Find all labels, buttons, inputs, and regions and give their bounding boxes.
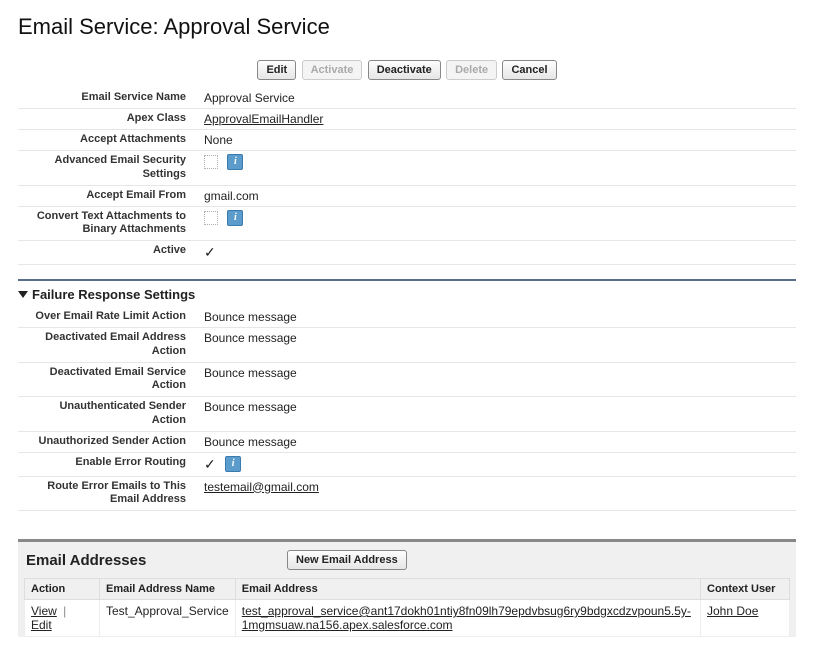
label-advanced-email-security: Advanced Email Security Settings [18, 151, 198, 186]
row-email-address-link[interactable]: test_approval_service@ant17dokh01ntiy8fn… [242, 604, 691, 632]
title-name: Approval Service [164, 14, 330, 39]
checkbox-advanced-email-security [204, 155, 218, 169]
label-accept-attachments: Accept Attachments [18, 130, 198, 151]
row-view-link[interactable]: View [31, 604, 57, 618]
label-deactivated-email-service: Deactivated Email Service Action [18, 362, 198, 397]
th-action: Action [25, 579, 100, 600]
th-email-address: Email Address [235, 579, 700, 600]
edit-button[interactable]: Edit [257, 60, 296, 80]
value-unauthenticated-sender: Bounce message [198, 397, 796, 432]
email-address-table: Action Email Address Name Email Address … [24, 578, 790, 637]
value-unauthorized-sender: Bounce message [198, 431, 796, 452]
value-over-email-rate-limit: Bounce message [198, 307, 796, 328]
label-deactivated-email-address: Deactivated Email Address Action [18, 328, 198, 363]
label-apex-class: Apex Class [18, 109, 198, 130]
value-deactivated-email-address: Bounce message [198, 328, 796, 363]
failure-detail-table: Over Email Rate Limit Action Bounce mess… [18, 307, 796, 511]
label-over-email-rate-limit: Over Email Rate Limit Action [18, 307, 198, 328]
checkmark-icon: ✓ [204, 456, 216, 473]
info-icon[interactable]: i [227, 154, 243, 170]
checkmark-icon: ✓ [204, 244, 216, 261]
checkbox-convert-text-attachments [204, 211, 218, 225]
button-bar: Edit Activate Deactivate Delete Cancel [18, 60, 796, 80]
related-title-email-addresses: Email Addresses [26, 552, 286, 569]
th-email-address-name: Email Address Name [100, 579, 236, 600]
delete-button: Delete [446, 60, 497, 80]
row-context-user-link[interactable]: John Doe [707, 604, 758, 618]
deactivate-button[interactable]: Deactivate [368, 60, 441, 80]
th-context-user: Context User [701, 579, 790, 600]
title-prefix: Email Service: [18, 14, 164, 39]
collapse-icon [18, 291, 28, 298]
row-edit-link[interactable]: Edit [31, 618, 52, 632]
label-convert-text-attachments: Convert Text Attachments to Binary Attac… [18, 206, 198, 241]
section-failure-response: Failure Response Settings Over Email Rat… [18, 279, 796, 511]
label-enable-error-routing: Enable Error Routing [18, 452, 198, 476]
table-row: View | Edit Test_Approval_Service test_a… [25, 600, 790, 637]
new-email-address-button[interactable]: New Email Address [287, 550, 407, 570]
value-accept-attachments: None [198, 130, 796, 151]
label-route-error-emails: Route Error Emails to This Email Address [18, 476, 198, 511]
value-email-service-name: Approval Service [198, 88, 796, 109]
value-accept-email-from: gmail.com [198, 185, 796, 206]
related-email-addresses: Email Addresses New Email Address Action… [18, 539, 796, 637]
section-title-failure: Failure Response Settings [32, 287, 195, 302]
label-active: Active [18, 241, 198, 265]
section-header-failure[interactable]: Failure Response Settings [18, 284, 796, 307]
activate-button: Activate [302, 60, 363, 80]
label-email-service-name: Email Service Name [18, 88, 198, 109]
info-icon[interactable]: i [227, 210, 243, 226]
info-icon[interactable]: i [225, 456, 241, 472]
label-unauthenticated-sender: Unauthenticated Sender Action [18, 397, 198, 432]
page-title: Email Service: Approval Service [18, 14, 796, 40]
label-unauthorized-sender: Unauthorized Sender Action [18, 431, 198, 452]
label-accept-email-from: Accept Email From [18, 185, 198, 206]
detail-table: Email Service Name Approval Service Apex… [18, 88, 796, 265]
value-route-error-emails-link[interactable]: testemail@gmail.com [204, 480, 319, 494]
value-apex-class-link[interactable]: ApprovalEmailHandler [204, 112, 323, 126]
cancel-button[interactable]: Cancel [502, 60, 556, 80]
action-separator: | [63, 604, 66, 618]
value-deactivated-email-service: Bounce message [198, 362, 796, 397]
row-email-address-name: Test_Approval_Service [100, 600, 236, 637]
